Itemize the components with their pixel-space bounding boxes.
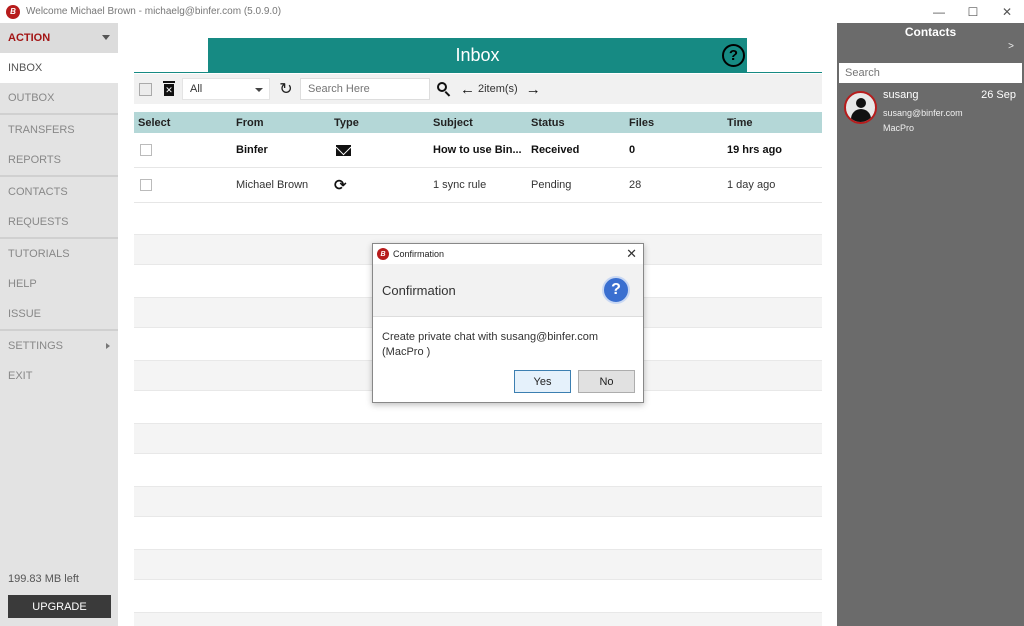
contacts-title: Contacts (904, 25, 957, 39)
search-input[interactable] (300, 78, 430, 100)
storage-left-text: 199.83 MB left (8, 573, 79, 585)
sidebar: ACTION INBOX OUTBOX TRANSFERS REPORTS CO… (0, 23, 118, 626)
contact-item[interactable]: susang 26 Sep susang@binfer.com MacPro (837, 87, 1024, 141)
row-from: Binfer (236, 144, 268, 156)
close-window-button[interactable]: ✕ (990, 0, 1024, 23)
next-page-icon[interactable]: → (526, 81, 541, 98)
sidebar-item-settings[interactable]: SETTINGS (0, 331, 118, 361)
row-subject: How to use Bin... (433, 144, 522, 156)
column-header-from[interactable]: From (232, 117, 330, 129)
empty-row (134, 486, 822, 517)
mail-icon (336, 144, 351, 156)
question-icon: ? (602, 276, 630, 304)
minimize-button[interactable]: — (922, 0, 956, 23)
table-header: Select From Type Subject Status Files Ti… (134, 112, 822, 133)
table-row[interactable]: Michael Brown ⟳ 1 sync rule Pending 28 1… (134, 168, 822, 203)
chevron-down-icon (255, 88, 263, 92)
expand-contacts-button[interactable]: > (837, 41, 1024, 63)
search-icon[interactable] (436, 81, 452, 97)
page-title: Inbox (455, 44, 500, 65)
contact-date: 26 Sep (981, 89, 1016, 101)
table-row[interactable]: Binfer How to use Bin... Received 0 19 h… (134, 133, 822, 168)
close-icon[interactable]: ✕ (626, 246, 637, 262)
row-checkbox[interactable] (140, 144, 152, 156)
contact-email: susang@binfer.com (883, 108, 963, 118)
contacts-panel: Contacts > susang 26 Sep susang@binfer.c… (837, 23, 1024, 626)
dialog-titlebar: B Confirmation ✕ (373, 244, 643, 264)
sync-icon: ⟳ (334, 177, 347, 194)
item-count: 2item(s) (478, 83, 518, 95)
dialog-message: Create private chat with susang@binfer.c… (382, 331, 598, 358)
action-menu-label: ACTION (8, 32, 51, 44)
filter-dropdown[interactable]: All (182, 78, 270, 100)
dialog-window-title: Confirmation (393, 249, 445, 259)
no-button[interactable]: No (578, 370, 635, 393)
row-subject: 1 sync rule (433, 179, 487, 191)
column-header-subject[interactable]: Subject (429, 117, 527, 129)
empty-row (134, 612, 822, 626)
column-header-time[interactable]: Time (723, 117, 822, 129)
inbox-toolbar: ✕ All ↻ ← 2item(s) → (134, 74, 822, 104)
column-header-select[interactable]: Select (134, 117, 232, 129)
upgrade-button[interactable]: UPGRADE (8, 595, 111, 618)
inbox-table: Select From Type Subject Status Files Ti… (134, 112, 822, 203)
row-time: 1 day ago (727, 179, 776, 191)
refresh-icon[interactable]: ↻ (278, 79, 294, 99)
yes-button[interactable]: Yes (514, 370, 571, 393)
sidebar-item-help[interactable]: HELP (0, 269, 118, 299)
row-time: 19 hrs ago (727, 144, 783, 156)
app-logo-icon: B (377, 248, 389, 260)
row-files: 28 (629, 179, 642, 191)
sidebar-item-label: SETTINGS (8, 340, 64, 352)
contact-device: MacPro (883, 123, 915, 133)
previous-page-icon[interactable]: ← (460, 81, 475, 98)
empty-row (134, 423, 822, 454)
app-logo-icon: B (6, 4, 20, 19)
avatar-icon (844, 91, 877, 124)
empty-row (134, 549, 822, 580)
column-header-files[interactable]: Files (625, 117, 723, 129)
column-header-status[interactable]: Status (527, 117, 625, 129)
filter-value: All (190, 83, 203, 95)
sidebar-item-requests[interactable]: REQUESTS (0, 207, 118, 237)
window-title: Welcome Michael Brown - michaelg@binfer.… (26, 6, 282, 17)
window-controls: — ☐ ✕ (922, 0, 1024, 23)
chevron-right-icon (106, 343, 110, 349)
chevron-down-icon (102, 35, 110, 40)
window-titlebar: B Welcome Michael Brown - michaelg@binfe… (0, 0, 1024, 23)
column-header-type[interactable]: Type (330, 117, 429, 129)
header-divider (134, 72, 822, 73)
confirmation-dialog: B Confirmation ✕ Confirmation ? Create p… (372, 243, 644, 403)
dialog-header: Confirmation ? (373, 264, 643, 317)
select-all-checkbox[interactable] (139, 82, 152, 96)
sidebar-item-tutorials[interactable]: TUTORIALS (0, 239, 118, 269)
dialog-heading: Confirmation (382, 283, 456, 298)
action-menu[interactable]: ACTION (0, 23, 118, 53)
row-checkbox[interactable] (140, 179, 152, 191)
row-status: Received (531, 144, 580, 156)
row-files: 0 (629, 144, 636, 156)
sidebar-item-reports[interactable]: REPORTS (0, 145, 118, 175)
sidebar-item-outbox[interactable]: OUTBOX (0, 83, 118, 113)
help-icon[interactable]: ? (722, 44, 745, 67)
row-from: Michael Brown (236, 179, 309, 191)
inbox-header: Inbox ? (208, 38, 747, 72)
maximize-button[interactable]: ☐ (956, 0, 990, 23)
contact-name: susang (883, 89, 919, 101)
sidebar-item-issue[interactable]: ISSUE (0, 299, 118, 329)
sidebar-item-contacts[interactable]: CONTACTS (0, 177, 118, 207)
contacts-search-input[interactable] (839, 63, 1022, 83)
sidebar-item-inbox[interactable]: INBOX (0, 53, 118, 83)
sidebar-item-transfers[interactable]: TRANSFERS (0, 115, 118, 145)
row-status: Pending (531, 179, 572, 191)
delete-icon[interactable]: ✕ (162, 81, 176, 97)
sidebar-item-exit[interactable]: EXIT (0, 361, 118, 391)
